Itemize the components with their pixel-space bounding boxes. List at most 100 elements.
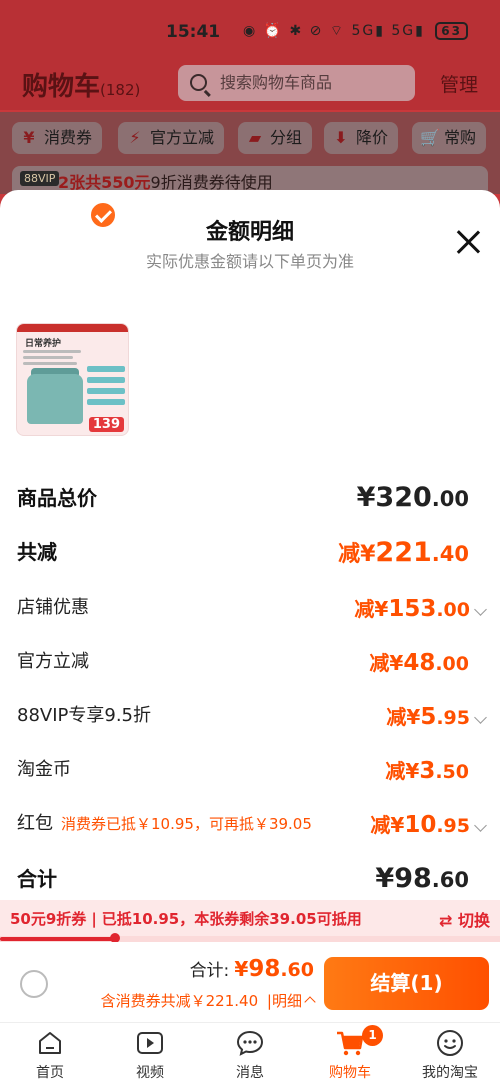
cart-title: 购物车(182) (22, 66, 140, 103)
cart-count: (182) (100, 81, 141, 99)
coupon-progress-fill (0, 937, 115, 941)
sheet-title: 金额明细 (205, 220, 294, 245)
row-label: 官方立减 (17, 651, 89, 672)
checkout-button[interactable]: 结算(1) (324, 957, 489, 1010)
filter-chip-official-discount[interactable]: ⚡ 官方立减 (118, 122, 225, 154)
row-red-packet[interactable]: 红包 消费券已抵￥10.95，可再抵￥39.05 减¥10.95 (17, 809, 487, 839)
coupon-usage: 已抵10.95，本张券剩余39.05可抵用 (101, 910, 362, 928)
tab-messages[interactable]: 消息 (200, 1023, 300, 1085)
cart-title-text: 购物车 (22, 72, 101, 102)
message-icon (236, 1030, 264, 1056)
coupon-strip: 50元9折券 | 已抵10.95，本张券剩余39.05可抵用 ⇄ 切换 (0, 900, 500, 936)
tab-cart[interactable]: 1 购物车 (300, 1023, 400, 1085)
product-thumb-price: 139 (88, 417, 124, 432)
coupon-text: 50元9折券 | 已抵10.95，本张券剩余39.05可抵用 (10, 910, 362, 928)
row-value: 减¥3.50 (385, 758, 469, 784)
red-packet-note: 消费券已抵￥10.95，可再抵￥39.05 (61, 815, 312, 833)
tab-my-taobao[interactable]: 我的淘宝 (400, 1023, 500, 1085)
chevron-up-icon (304, 995, 316, 1008)
filter-chip-label: 常购 (444, 128, 477, 147)
row-shop-discount[interactable]: 店铺优惠 减¥153.00 (17, 593, 487, 623)
tab-label: 购物车 (329, 1065, 371, 1081)
profile-icon (437, 1030, 463, 1056)
cart-icon (337, 1031, 364, 1056)
vip-badge: 88VIP (20, 171, 60, 186)
home-icon (39, 1032, 61, 1054)
row-subtotal: 合计 ¥98.60 (17, 863, 485, 894)
product-jar-image (27, 374, 83, 424)
checkout-discount: 含消费券共减￥221.40 |明细 (100, 990, 316, 1011)
product-thumbnail[interactable]: 日常养护 139 (16, 323, 129, 436)
tab-video[interactable]: 视频 (100, 1023, 200, 1085)
row-label: 共减 (17, 540, 57, 564)
bottom-tab-bar: 首页 视频 消息 1 购物车 我的淘宝 (0, 1022, 500, 1085)
cart-search-placeholder: 搜索购物车商品 (220, 73, 333, 92)
detail-toggle[interactable]: |明细 (267, 992, 316, 1010)
filter-chip-label: 消费券 (44, 128, 93, 147)
row-label: 合计 (17, 867, 57, 891)
chevron-down-icon (474, 710, 487, 724)
checkout-bar: 合计: ¥98.60 含消费券共减￥221.40 |明细 结算(1) (0, 942, 500, 1022)
filter-chip-label: 官方立减 (150, 128, 215, 147)
row-value: 减¥153.00 (354, 593, 487, 622)
manage-button[interactable]: 管理 (440, 70, 478, 97)
video-icon (137, 1032, 163, 1054)
chevron-down-icon (474, 602, 487, 616)
checkout-total-label: 合计: (189, 961, 230, 981)
checkout-total-amount: ¥98.60 (234, 956, 314, 982)
checkout-discount-text: 含消费券共减￥221.40 (100, 992, 259, 1010)
coupon-icon: ¥ (23, 128, 35, 147)
filter-chip-group[interactable]: ▰ 分组 (238, 122, 313, 154)
tab-label: 我的淘宝 (422, 1065, 478, 1081)
row-label: 红包 消费券已抵￥10.95，可再抵￥39.05 (17, 813, 312, 834)
close-icon[interactable] (454, 228, 482, 256)
product-thumb-title: 日常养护 (25, 339, 62, 349)
tab-label: 视频 (136, 1065, 164, 1081)
status-bar: 15:41 ◉ ⏰ ✱ ⊘ ⌔ 5G▮ 5G▮ 63 (0, 0, 500, 60)
filter-chip-price-drop[interactable]: ⬇ 降价 (324, 122, 399, 154)
chevron-down-icon (474, 818, 487, 832)
row-total-savings: 共减 减¥221.40 (17, 536, 485, 568)
tab-label: 首页 (36, 1065, 64, 1081)
row-taojinbi: 淘金币 减¥3.50 (17, 755, 485, 785)
checkout-total: 合计: ¥98.60 (190, 956, 314, 982)
filter-chips: ¥ 消费券 ⚡ 官方立减 ▰ 分组 ⬇ 降价 🛒 常购 (0, 112, 500, 164)
tab-label: 消息 (236, 1065, 264, 1081)
row-label: 商品总价 (17, 486, 97, 510)
row-label: 店铺优惠 (17, 597, 89, 618)
amount-detail-sheet: 金额明细 实际优惠金额请以下单页为准 日常养护 139 商品总价 ¥320.00… (0, 190, 500, 900)
status-icons: ◉ ⏰ ✱ ⊘ ⌔ 5G▮ 5G▮ 63 (243, 22, 468, 40)
filter-chip-coupon[interactable]: ¥ 消费券 (12, 122, 103, 154)
cart-header: 购物车(182) 搜索购物车商品 管理 (0, 60, 500, 110)
coupon-name: 50元9折券 (10, 910, 87, 928)
row-value: ¥98.60 (375, 863, 469, 894)
filter-chip-label: 分组 (270, 128, 303, 147)
row-value: 减¥221.40 (338, 537, 469, 568)
status-time: 15:41 (166, 22, 221, 42)
down-arrow-icon: ⬇ (334, 128, 348, 147)
selected-check-icon[interactable] (89, 201, 117, 229)
status-indicator-icons: ◉ ⏰ ✱ ⊘ ⌔ 5G▮ 5G▮ (242, 23, 425, 39)
cart-icon: 🛒 (420, 128, 440, 147)
battery-icon: 63 (435, 22, 468, 40)
filter-chip-label: 降价 (356, 128, 389, 147)
search-icon (190, 74, 207, 91)
filter-chip-frequent[interactable]: 🛒 常购 (412, 122, 487, 154)
sheet-subtitle: 实际优惠金额请以下单页为准 (145, 252, 354, 271)
row-label: 淘金币 (17, 759, 71, 780)
lightning-icon: ⚡ (129, 128, 141, 147)
switch-coupon-button[interactable]: ⇄ 切换 (439, 907, 490, 931)
row-label: 88VIP专享9.5折 (17, 705, 152, 726)
row-goods-total: 商品总价 ¥320.00 (17, 482, 485, 513)
row-value: 减¥10.95 (370, 809, 487, 838)
cart-search-input[interactable]: 搜索购物车商品 (178, 65, 415, 101)
row-vip-discount[interactable]: 88VIP专享9.5折 减¥5.95 (17, 701, 487, 731)
row-value: ¥320.00 (356, 482, 469, 513)
select-all-checkbox[interactable] (20, 970, 48, 998)
row-official-discount: 官方立减 减¥48.00 (17, 647, 485, 677)
cart-badge: 1 (362, 1025, 383, 1046)
row-value: 减¥5.95 (386, 701, 487, 730)
row-value: 减¥48.00 (369, 650, 469, 676)
tab-home[interactable]: 首页 (0, 1023, 100, 1085)
folder-icon: ▰ (248, 128, 262, 147)
